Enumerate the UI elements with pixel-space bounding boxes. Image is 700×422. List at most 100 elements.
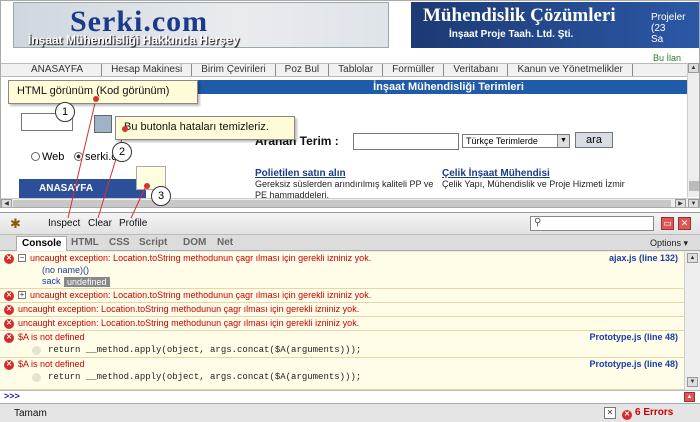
status-text: Tamam [14,408,47,419]
ara-button[interactable]: ara [575,132,613,148]
logo-subtitle: İnşaat Mühendisliği Hakkında Herşey [28,33,240,47]
tab-html[interactable]: HTML [66,236,104,251]
clear-button[interactable]: Clear [88,218,112,229]
tab-net[interactable]: Net [212,236,238,251]
console-log: ✕ − uncaught exception: Location.toStrin… [0,252,684,390]
nav-item-birim-cevirileri[interactable]: Birim Çevirileri [192,64,276,76]
log-row[interactable]: ✕ $A is not defined Prototype.js (line 4… [0,358,684,390]
banner-right-line3: Sa [651,34,664,45]
ad-card-text: Çelik Yapı, Mühendislik ve Proje Hizmeti… [442,179,625,189]
ad-card-title[interactable]: Çelik İnşaat Mühendisi [442,168,682,179]
tab-css[interactable]: CSS [104,236,135,251]
error-icon: ✕ [4,333,14,343]
error-icon: ✕ [4,360,14,370]
banner-right-text: Projeler (23 Sa [651,12,685,45]
expand-icon[interactable]: ▲ [684,392,695,402]
nav-item-hesap-makinesi[interactable]: Hesap Makinesi [102,64,193,76]
code-snippet: return __method.apply(object, args.conca… [48,345,362,355]
bug-icon[interactable]: ✱ [10,216,21,232]
tab-dom[interactable]: DOM [178,236,211,251]
language-select[interactable]: Türkçe Terimlerde ▼ [462,134,570,148]
close-icon[interactable]: ✕ [678,217,691,230]
site-logo[interactable]: Serki.com İnşaat Mühendisliği Hakkında H… [13,2,389,48]
vertical-scrollbar[interactable]: ▲ [687,63,699,197]
scroll-left-icon[interactable]: ◀ [1,199,12,207]
scroll-thumb[interactable] [13,200,671,207]
log-row[interactable]: ✕ uncaught exception: Location.toString … [0,317,684,331]
callout-pointer-dot [144,183,150,189]
log-source-link[interactable]: Prototype.js (line 48) [589,332,678,342]
radio-web-circle [31,152,40,161]
language-select-value: Türkçe Terimlerde [466,136,538,146]
scroll-thumb[interactable] [689,181,699,191]
term-search-input[interactable] [353,133,459,150]
firebug-search-input[interactable]: ⚲ [530,216,654,231]
nav-item-anasayfa[interactable]: ANASAYFA [1,64,103,76]
callout-clear-button: Bu butonla hataları temizleriz. [115,116,295,140]
nav-item-formuller[interactable]: Formüller [383,64,445,76]
nav-item-kanun[interactable]: Kanun ve Yönetmelikler [508,64,633,76]
error-icon: ✕ [4,291,14,301]
nav-item-tablolar[interactable]: Tablolar [329,64,384,76]
breakpoint-icon[interactable] [32,373,41,382]
firebug-panel: ✱ Inspect Clear Profile ⚲ ▭ ✕ Console HT… [0,212,700,422]
nav-item-veritabani[interactable]: Veritabanı [444,64,509,76]
inspect-button[interactable]: Inspect [48,218,80,229]
chevron-down-icon: ▼ [557,135,569,147]
log-source-link[interactable]: ajax.js (line 132) [609,253,678,263]
expand-icon[interactable]: + [18,291,26,299]
minimize-icon[interactable]: ▭ [661,217,674,230]
log-message: uncaught exception: Location.toString me… [18,318,360,328]
tab-console[interactable]: Console [16,236,68,251]
ad-banner[interactable]: Mühendislik Çözümleri İnşaat Proje Taah.… [411,2,699,48]
log-source-link[interactable]: Prototype.js (line 48) [589,359,678,369]
scroll-down-icon[interactable]: ▼ [687,377,698,387]
code-snippet: return __method.apply(object, args.conca… [48,372,362,382]
command-line[interactable]: >>> ▲ [0,390,700,403]
collapse-icon[interactable]: − [18,254,26,262]
console-scrollbar[interactable]: ▲ ▼ [684,252,700,390]
site-search-button[interactable] [94,115,112,133]
section-title: İnşaat Mühendisliği Terimleri [196,80,699,94]
radio-web[interactable]: Web [31,151,64,163]
stack-frame[interactable]: sack [42,276,61,286]
error-count[interactable]: ✕ 6 Errors [622,407,673,420]
error-icon: ✕ [4,254,14,264]
error-icon: ✕ [4,319,14,329]
firebug-toolbar: ✱ Inspect Clear Profile ⚲ ▭ ✕ [0,213,700,235]
tab-script[interactable]: Script [134,236,172,251]
log-message: uncaught exception: Location.toString me… [30,290,372,300]
banner-right-line1: Projeler [651,12,686,23]
log-row[interactable]: ✕ − uncaught exception: Location.toStrin… [0,252,684,289]
step-number-2: 2 [112,142,132,162]
scroll-down-icon[interactable]: ▼ [688,199,699,207]
nav-item-poz-bul[interactable]: Poz Bul [276,64,330,76]
banner-right-line2: (23 [651,23,666,34]
log-row[interactable]: ✕ uncaught exception: Location.toString … [0,303,684,317]
close-icon[interactable]: ✕ [604,407,616,419]
profile-button[interactable]: Profile [119,218,147,229]
scroll-right-icon[interactable]: ▶ [675,199,686,207]
side-menu-anasayfa[interactable]: ANASAYFA [19,179,146,199]
horizontal-scrollbar[interactable]: ◀ ▶ ▼ [1,198,699,207]
step-number-3: 3 [151,186,171,206]
scroll-up-icon[interactable]: ▲ [687,253,698,263]
ad-label: Bu İlan [653,53,682,63]
log-row[interactable]: ✕ + uncaught exception: Location.toStrin… [0,289,684,303]
search-icon: ⚲ [534,217,542,228]
scroll-up-icon[interactable]: ▲ [688,63,699,73]
error-count-label: 6 Errors [635,407,674,418]
top-nav: ANASAYFA Hesap Makinesi Birim Çevirileri Po… [1,63,699,77]
radio-web-label: Web [42,151,65,163]
ad-card-polietilen: Polietilen satın alın Gereksiz süslerden… [255,168,440,201]
callout-html-view: HTML görünüm (Kod görünüm) [8,80,198,104]
status-bar: Tamam ✕ ✕ 6 Errors [0,403,700,422]
step-number-1: 1 [55,102,75,122]
ad-card-title[interactable]: Polietilen satın alın [255,168,440,179]
options-menu[interactable]: Options ▾ [650,238,688,249]
callout-pointer-dot [122,126,128,132]
banner-title: Mühendislik Çözümleri [423,5,616,26]
stack-frame[interactable]: (no name)() [42,265,89,275]
log-row[interactable]: ✕ $A is not defined Prototype.js (line 4… [0,331,684,358]
breakpoint-icon[interactable] [32,346,41,355]
